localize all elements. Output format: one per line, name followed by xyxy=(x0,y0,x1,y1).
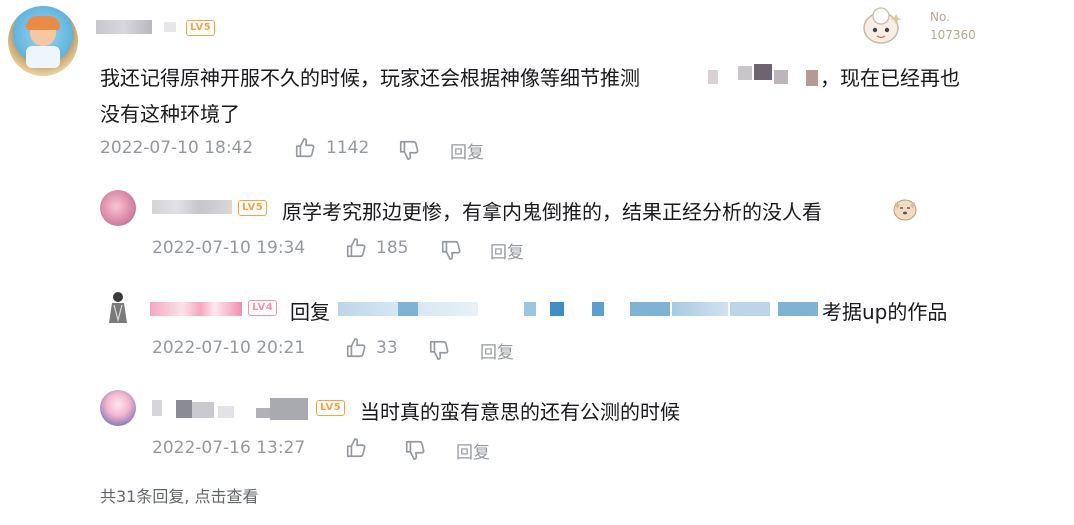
user-avatar[interactable] xyxy=(8,6,78,76)
username-blurred xyxy=(152,398,312,420)
reply-avatar[interactable] xyxy=(104,290,132,326)
like-count: 33 xyxy=(376,338,398,358)
reply-text: 原学考究那边更惨，有拿内鬼倒推的，结果正经分析的没人看 xyxy=(282,200,822,224)
reply-time: 2022-07-16 13:27 xyxy=(152,438,306,458)
fan-badge-no-value: 107360 xyxy=(930,28,976,42)
username-blurred xyxy=(150,302,242,316)
reply-button[interactable]: 回复 xyxy=(490,238,524,263)
reply-button[interactable]: 回复 xyxy=(480,338,514,363)
reply-time: 2022-07-10 19:34 xyxy=(152,238,306,258)
comment-text-line2: 没有这种环境了 xyxy=(100,102,240,126)
level-badge: LV5 xyxy=(238,200,268,216)
dislike-icon[interactable] xyxy=(398,139,420,161)
reply-button[interactable]: 回复 xyxy=(456,438,490,463)
reply-text: 考据up的作品 xyxy=(822,300,948,324)
reply-avatar[interactable] xyxy=(100,190,136,226)
like-icon[interactable] xyxy=(294,137,316,159)
comment-text-line1a: 我还记得原神开服不久的时候，玩家还会根据神像等细节推测 xyxy=(100,66,640,90)
dislike-icon[interactable] xyxy=(404,439,426,461)
level-badge: LV5 xyxy=(186,20,216,36)
reply-button[interactable]: 回复 xyxy=(450,138,484,163)
fan-badge-icon xyxy=(856,6,906,46)
like-count: 185 xyxy=(376,238,409,258)
like-icon[interactable] xyxy=(345,437,367,459)
like-icon[interactable] xyxy=(345,337,367,359)
reply-time: 2022-07-10 20:21 xyxy=(152,338,306,358)
dislike-icon[interactable] xyxy=(428,339,450,361)
reply-prefix: 回复 xyxy=(290,300,330,324)
level-badge: LV5 xyxy=(316,400,346,416)
comment-text-line1b: ，现在已经再也 xyxy=(820,66,960,90)
username-blurred xyxy=(152,200,232,214)
view-more-replies-link[interactable]: 共31条回复, 点击查看 xyxy=(100,483,259,507)
username-blurred-dot xyxy=(164,22,176,32)
dislike-icon[interactable] xyxy=(440,239,462,261)
like-count: 1142 xyxy=(326,138,370,158)
username-blurred xyxy=(96,20,152,34)
dog-emoji-icon xyxy=(892,196,918,222)
redacted-block xyxy=(708,64,820,86)
level-badge: LV4 xyxy=(248,300,278,316)
reply-text: 当时真的蛮有意思的还有公测的时候 xyxy=(360,400,680,424)
reply-avatar[interactable] xyxy=(100,390,136,426)
like-icon[interactable] xyxy=(345,237,367,259)
fan-badge-no-label: No. xyxy=(930,10,950,24)
mention-blurred[interactable] xyxy=(338,302,818,316)
comment-time: 2022-07-10 18:42 xyxy=(100,138,254,158)
